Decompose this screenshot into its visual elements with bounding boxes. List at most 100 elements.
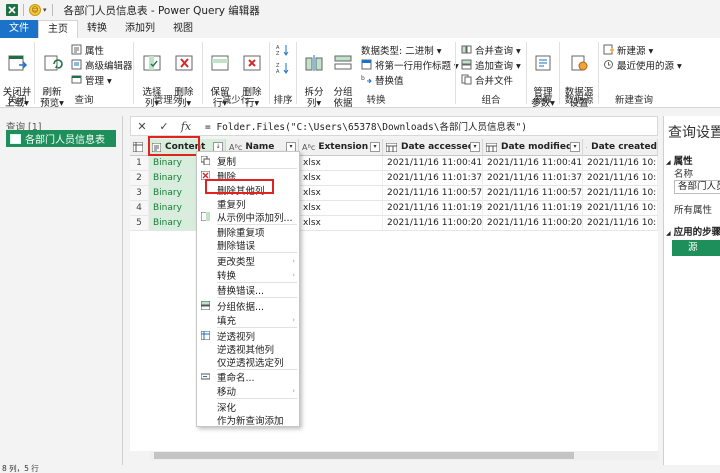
column-header-date-created[interactable]: Date created — [583, 139, 658, 156]
group-label-parameters: 参数 — [533, 95, 553, 106]
formula-input[interactable]: = Folder.Files("C:\Users\65378\Downloads… — [205, 119, 527, 133]
date-modified-cell[interactable]: 2021/11/16 11:00:41 — [483, 156, 583, 171]
svg-text:A: A — [276, 69, 280, 74]
submenu-arrow-icon: › — [292, 256, 295, 265]
applied-steps-section[interactable]: ◢ 应用的步骤 — [666, 224, 720, 238]
table-menu-icon — [133, 142, 143, 152]
close-apply-icon — [8, 55, 28, 71]
menu-item-unpivot-other-columns[interactable]: 逆透视其他列 — [197, 342, 299, 356]
submenu-arrow-icon: › — [292, 270, 295, 279]
menu-item-add-as-new-query[interactable]: 作为新查询添加 — [197, 413, 299, 427]
row-number: 2 — [130, 171, 149, 186]
remove-other-columns-highlight — [205, 179, 274, 194]
properties-section[interactable]: ◢ 属性 — [666, 153, 693, 167]
all-properties-link[interactable]: 所有属性 — [674, 202, 712, 216]
menu-item-label: 深化 — [217, 402, 237, 414]
date-modified-cell[interactable]: 2021/11/16 11:00:57 — [483, 186, 583, 201]
horizontal-scrollbar[interactable] — [150, 451, 658, 460]
extension-cell[interactable]: xlsx — [299, 171, 383, 186]
tab-file[interactable]: 文件 — [0, 20, 38, 38]
ribbon-group-combine: 合并查询 ▾ 追加查询 ▾ 合并文件 组合 — [456, 38, 526, 108]
menu-item-move[interactable]: 移动 › — [197, 384, 299, 398]
manage-query-button[interactable]: 管理 ▾ — [71, 73, 112, 87]
column-filter-icon[interactable]: ▾ — [370, 142, 380, 152]
append-queries-button[interactable]: 追加查询 ▾ — [461, 58, 521, 72]
menu-item-label: 重命名... — [217, 372, 255, 384]
data-type-dropdown[interactable]: 数据类型: 二进制 ▾ — [361, 43, 442, 57]
scrollbar-thumb[interactable] — [154, 452, 574, 459]
extension-cell[interactable]: xlsx — [299, 201, 383, 216]
fx-icon[interactable]: fx — [175, 120, 197, 133]
new-source-label: 新建源 ▾ — [617, 45, 654, 57]
sort-ascending-icon[interactable]: AZ — [276, 44, 290, 56]
date-accessed-cell[interactable]: 2021/11/16 11:01:37 — [383, 171, 483, 186]
advanced-editor-button[interactable]: 高级编辑器 — [71, 58, 133, 72]
first-row-header-icon — [361, 59, 372, 70]
extension-cell[interactable]: xlsx — [299, 156, 383, 171]
new-source-button[interactable]: 新建源 ▾ — [603, 43, 654, 57]
merge-queries-button[interactable]: 合并查询 ▾ — [461, 43, 521, 57]
column-header-date-modified[interactable]: Date modified ▾ — [483, 139, 583, 156]
manage-icon — [71, 75, 82, 84]
sort-descending-icon[interactable]: ZA — [276, 62, 290, 74]
tab-home[interactable]: 主页 — [38, 20, 78, 38]
recent-sources-button[interactable]: 最近使用的源 ▾ — [603, 58, 682, 72]
menu-item-unpivot-columns[interactable]: 逆透视列 — [197, 329, 299, 343]
menu-item-transform[interactable]: 转换 › — [197, 268, 299, 282]
tab-transform[interactable]: 转换 — [78, 20, 116, 38]
column-header-extension[interactable]: Aᴮᴄ Extension ▾ — [299, 139, 383, 156]
table-corner-button[interactable] — [130, 139, 149, 156]
menu-item-change-type[interactable]: 更改类型 › — [197, 254, 299, 268]
column-header-date-accessed[interactable]: Date accessed ▾ — [383, 139, 483, 156]
menu-item-copy[interactable]: 复制 — [197, 154, 299, 168]
date-modified-cell[interactable]: 2021/11/16 11:01:19 — [483, 201, 583, 216]
date-created-cell[interactable]: 2021/11/16 10: — [583, 156, 658, 171]
ribbon-group-parameters: 管理 参数▾ 参数 — [527, 38, 559, 109]
feedback-smile-icon[interactable]: ☺ — [29, 4, 41, 16]
column-filter-icon[interactable]: ▾ — [470, 142, 480, 152]
properties-button[interactable]: 属性 — [71, 43, 105, 57]
extension-cell[interactable]: xlsx — [299, 216, 383, 231]
tab-view[interactable]: 视图 — [164, 20, 202, 38]
properties-label: 属性 — [85, 45, 105, 57]
date-modified-cell[interactable]: 2021/11/16 11:01:37 — [483, 171, 583, 186]
date-created-cell[interactable]: 2021/11/16 10: — [583, 201, 658, 216]
menu-item-unpivot-selected-only[interactable]: 仅逆透视选定列 — [197, 355, 299, 369]
menu-item-duplicate-column[interactable]: 重复列 — [197, 197, 299, 211]
menu-item-rename[interactable]: 重命名... — [197, 370, 299, 384]
menu-item-remove-duplicates[interactable]: 删除重复项 — [197, 225, 299, 239]
properties-icon — [71, 44, 82, 55]
query-item-label: 各部门人员信息表 — [25, 135, 105, 146]
menu-item-group-by[interactable]: 分组依据... — [197, 299, 299, 313]
confirm-formula-icon[interactable]: ✓ — [153, 120, 175, 133]
quick-access-caret-icon[interactable]: ▾ — [43, 6, 47, 14]
date-accessed-cell[interactable]: 2021/11/16 11:00:57 — [383, 186, 483, 201]
date-created-cell[interactable]: 2021/11/16 10: — [583, 186, 658, 201]
date-modified-cell[interactable]: 2021/11/16 11:00:20 — [483, 216, 583, 231]
menu-item-add-column-from-examples[interactable]: 从示例中添加列... — [197, 210, 299, 224]
date-accessed-cell[interactable]: 2021/11/16 11:00:20 — [383, 216, 483, 231]
date-accessed-cell[interactable]: 2021/11/16 11:01:19 — [383, 201, 483, 216]
menu-item-replace-errors[interactable]: 替换错误... — [197, 283, 299, 297]
tab-add-column[interactable]: 添加列 — [116, 20, 164, 38]
ribbon: 关闭并 上载▾ 关闭 刷新 预览▾ 属性 高级编辑器 管理 ▾ 查询 选择 列▾… — [0, 38, 720, 109]
menu-item-drill-down[interactable]: 深化 — [197, 400, 299, 414]
query-item[interactable]: 各部门人员信息表 — [6, 130, 116, 147]
combine-files-button[interactable]: 合并文件 — [461, 73, 513, 87]
row-number: 1 — [130, 156, 149, 171]
menu-item-label: 更改类型 — [217, 256, 256, 268]
applied-step-source[interactable]: 源 — [672, 240, 720, 256]
date-accessed-cell[interactable]: 2021/11/16 11:00:41 — [383, 156, 483, 171]
query-name-input[interactable]: 各部门人员信息表 — [674, 180, 720, 194]
date-created-cell[interactable]: 2021/11/16 10: — [583, 171, 658, 186]
column-filter-icon[interactable]: ▾ — [570, 142, 580, 152]
replace-values-button[interactable]: b 替换值 — [361, 73, 404, 87]
cancel-formula-icon[interactable]: ✕ — [131, 120, 153, 133]
first-row-header-button[interactable]: 将第一行用作标题 ▾ — [361, 58, 459, 72]
ribbon-group-query: 刷新 预览▾ 属性 高级编辑器 管理 ▾ 查询 — [35, 38, 133, 109]
date-created-cell[interactable]: 2021/11/16 10: — [583, 216, 658, 231]
menu-item-fill[interactable]: 填充 › — [197, 313, 299, 327]
menu-item-remove-errors[interactable]: 删除错误 — [197, 238, 299, 252]
ribbon-group-close: 关闭并 上载▾ 关闭 — [0, 38, 34, 109]
extension-cell[interactable]: xlsx — [299, 186, 383, 201]
